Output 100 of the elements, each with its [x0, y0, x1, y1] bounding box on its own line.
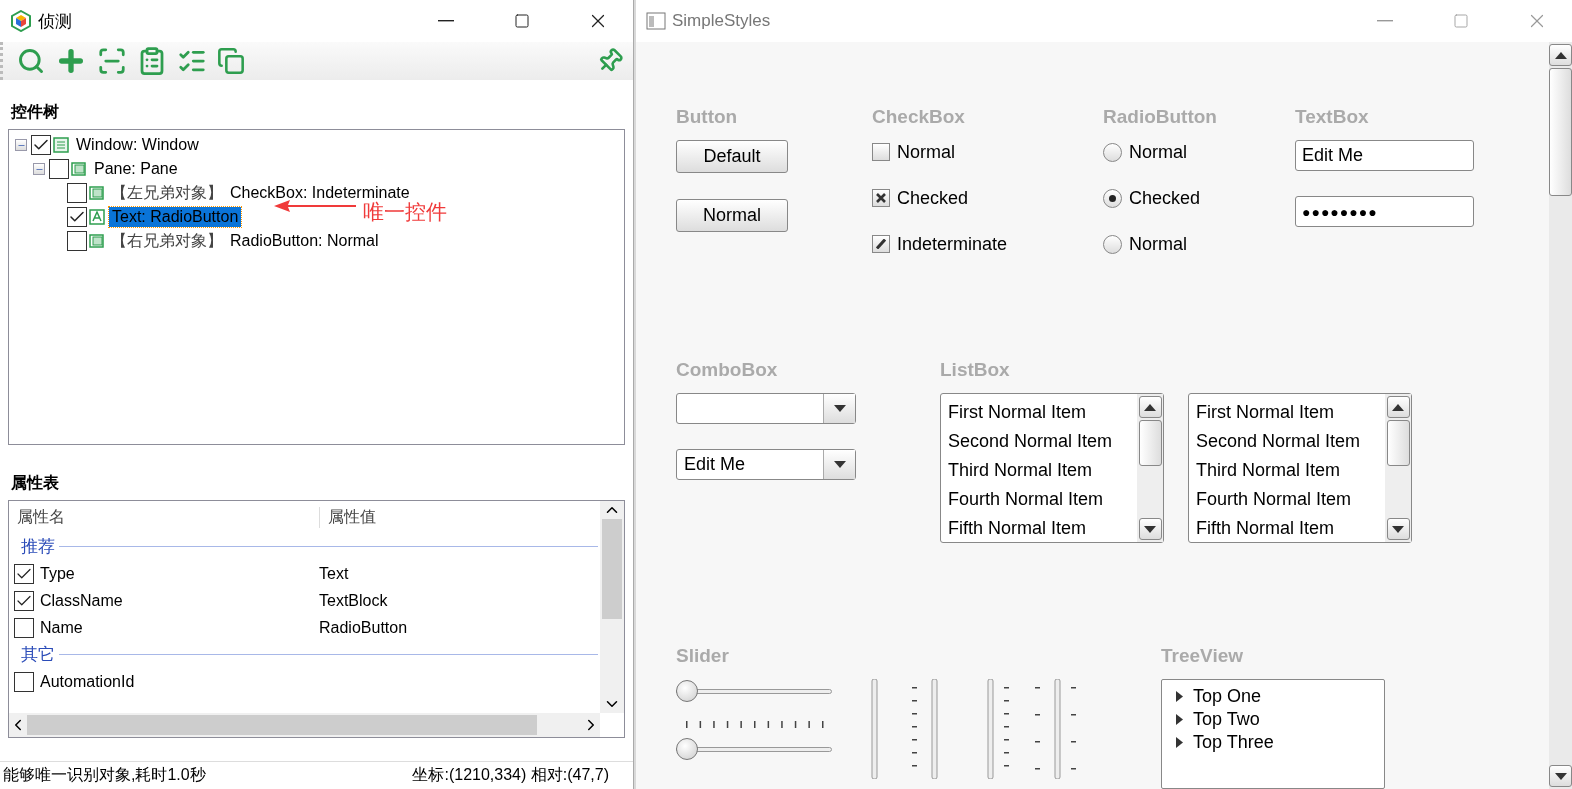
list-item[interactable]: Third Normal Item [948, 456, 1137, 486]
checkbox-label: Normal [897, 141, 955, 163]
slider[interactable] [676, 721, 832, 761]
radio-button[interactable] [1103, 142, 1122, 162]
section-heading: ComboBox [676, 359, 779, 382]
section-heading: 控件树 [9, 101, 60, 123]
column-header[interactable]: 属性名 [9, 506, 319, 528]
window-title: 侦测 [38, 10, 73, 33]
slider-thumb[interactable] [676, 738, 698, 760]
radio-button[interactable] [1103, 234, 1122, 254]
push-button[interactable]: Default [676, 140, 788, 173]
combo-box[interactable] [676, 393, 856, 425]
dropdown-arrow-icon [833, 405, 846, 413]
expand-arrow-icon[interactable] [1176, 737, 1183, 748]
section-heading: 属性表 [10, 472, 60, 494]
tree-item[interactable]: Window: Window [73, 135, 202, 155]
text-field[interactable]: Edit Me [1295, 140, 1474, 171]
list-scrollbar[interactable] [1137, 394, 1163, 543]
checkbox[interactable] [14, 563, 34, 584]
checkbox[interactable] [872, 235, 890, 253]
property-name: Name [40, 618, 83, 637]
push-button[interactable]: Normal [676, 199, 788, 232]
arrow-icon [274, 200, 356, 212]
expand-arrow-icon[interactable] [1176, 714, 1183, 725]
section-heading: CheckBox [872, 106, 966, 128]
tree-item[interactable]: Top Three [1193, 732, 1274, 753]
tree-item[interactable]: Top Two [1193, 709, 1260, 730]
section-heading: Button [676, 106, 739, 128]
status-message: 能够唯一识别对象,耗时1.0秒 [3, 765, 206, 785]
radio-label: Normal [1129, 233, 1187, 255]
checkbox[interactable] [14, 617, 34, 638]
list-scrollbar[interactable] [1385, 394, 1411, 543]
list-item[interactable]: Fourth Normal Item [1196, 485, 1385, 515]
list-item[interactable]: First Normal Item [1196, 398, 1385, 428]
sibling-label: 【左兄弟对象】 [111, 182, 223, 204]
scroll-thumb[interactable] [1549, 68, 1572, 196]
collapse-toggle[interactable] [33, 163, 45, 175]
section-heading: Slider [676, 645, 730, 667]
vertical-scrollbar[interactable] [600, 501, 624, 713]
list-item[interactable]: Second Normal Item [1196, 427, 1385, 457]
minimize-icon [1377, 20, 1393, 22]
checkbox[interactable] [872, 189, 890, 207]
vertical-scrollbar[interactable] [1549, 42, 1572, 789]
copy-button[interactable] [215, 47, 247, 75]
pane-icon [71, 161, 87, 177]
list-item[interactable]: Fourth Normal Item [948, 485, 1137, 515]
list-item[interactable]: Fifth Normal Item [1196, 514, 1385, 544]
checkbox[interactable] [14, 671, 34, 692]
pane-icon [89, 233, 105, 249]
window-title: SimpleStyles [672, 11, 772, 31]
checkbox[interactable] [31, 135, 51, 155]
horizontal-scrollbar[interactable] [9, 713, 600, 737]
property-name: ClassName [40, 591, 123, 610]
text-icon [89, 209, 105, 225]
section-heading: ListBox [940, 359, 1011, 382]
checkbox[interactable] [872, 143, 890, 161]
expand-arrow-icon[interactable] [1176, 691, 1183, 702]
coordinates-label: 坐标:(1210,334) 相对:(47,7) [412, 765, 609, 785]
section-heading: RadioButton [1103, 106, 1218, 128]
checkbox[interactable] [67, 207, 87, 227]
app-logo-icon [10, 10, 32, 32]
tree-item[interactable]: RadioButton: Normal [227, 231, 382, 251]
radio-button[interactable] [1103, 188, 1122, 208]
checkbox[interactable] [49, 159, 69, 179]
property-value: Text [319, 564, 350, 583]
slider-thumb[interactable] [676, 680, 698, 702]
scroll-down-icon [1392, 525, 1404, 533]
sibling-label: 【右兄弟对象】 [111, 230, 223, 252]
tree-item[interactable]: Pane: Pane [91, 159, 181, 179]
radio-label: Normal [1129, 141, 1187, 163]
section-heading: TextBox [1295, 106, 1370, 128]
list-item[interactable]: Fifth Normal Item [948, 514, 1137, 544]
checkbox-label: Indeterminate [897, 233, 1008, 255]
dropdown-arrow-icon [833, 461, 846, 469]
group-label: 其它 [21, 644, 55, 666]
window-icon [53, 137, 69, 153]
maximize-icon [514, 13, 530, 29]
minimize-icon [438, 20, 454, 22]
tree-item[interactable]: Top One [1193, 686, 1262, 707]
combo-box[interactable]: Edit Me [676, 449, 856, 481]
list-item[interactable]: Second Normal Item [948, 427, 1137, 457]
scroll-down-icon [1554, 772, 1567, 780]
scroll-up-icon [1392, 403, 1404, 411]
x-mark-icon [876, 193, 886, 203]
list-item[interactable]: First Normal Item [948, 398, 1137, 428]
checkbox[interactable] [14, 590, 34, 611]
tree-item[interactable]: Text: RadioButton [109, 207, 242, 227]
slider[interactable] [676, 679, 832, 703]
maximize-icon [1453, 13, 1469, 29]
slash-icon [876, 239, 886, 249]
property-name: Type [40, 564, 75, 583]
collapse-toggle[interactable] [15, 139, 27, 151]
list-item[interactable]: Third Normal Item [1196, 456, 1385, 486]
section-heading: TreeView [1161, 645, 1245, 667]
checkbox[interactable] [67, 231, 87, 251]
checkbox[interactable] [67, 183, 87, 203]
password-field[interactable]: ●●●●●●●● [1295, 196, 1474, 227]
radio-label: Checked [1129, 187, 1201, 209]
checkbox-label: Checked [897, 187, 969, 209]
window-icon [646, 12, 666, 30]
